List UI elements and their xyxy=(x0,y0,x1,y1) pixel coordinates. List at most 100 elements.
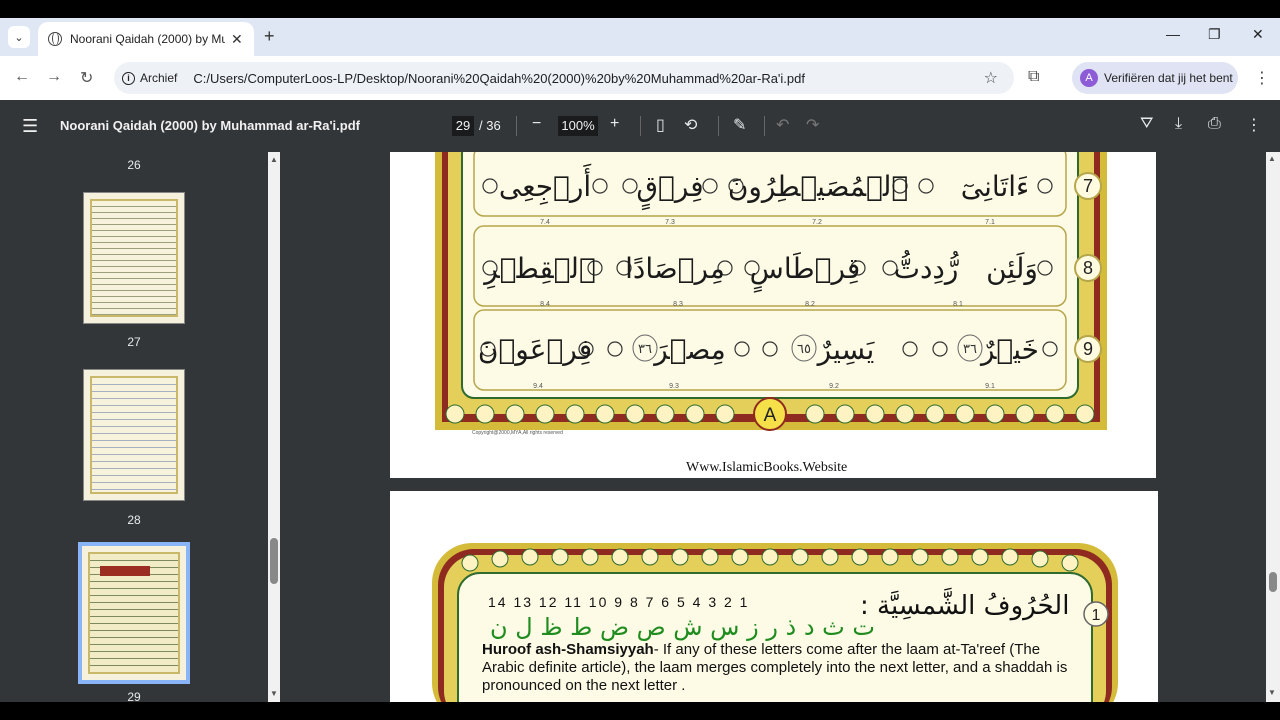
explanation-text: Huroof ash-Shamsiyyah- If any of these l… xyxy=(482,641,1082,695)
arabic-word: يَسِيرٌ xyxy=(816,333,875,366)
thumbnail-label: 28 xyxy=(127,513,141,527)
url-text[interactable]: C:/Users/ComputerLoos-LP/Desktop/Noorani… xyxy=(193,71,805,86)
sub-label: 7.4 xyxy=(540,219,550,226)
globe-icon xyxy=(48,32,62,46)
copyright-text: Copyright@2000,MYA,All rights reserved xyxy=(472,430,563,436)
arabic-word: ءَاتَانِىٓ xyxy=(961,170,1029,203)
pdf-viewer: 7 8 9 ءَاتَانِىٓ ٱلۡمُصَيۡطِرُونَ فِرۡقٍ… xyxy=(282,152,1266,702)
arabic-word: مِرۡصَادًا xyxy=(625,252,725,285)
viewer-scrollbar-thumb[interactable] xyxy=(1269,572,1277,592)
restore-icon[interactable]: ❐ xyxy=(1208,26,1221,43)
scroll-up-arrow-icon[interactable]: ▲ xyxy=(270,155,278,164)
sub-label: 7.1 xyxy=(985,219,995,226)
download-icon[interactable]: ⤓ xyxy=(1175,115,1182,133)
thumbnail-label: 27 xyxy=(127,335,141,349)
browser-menu-icon[interactable]: ⋮ xyxy=(1254,68,1270,88)
new-tab-button[interactable]: + xyxy=(264,26,275,47)
print-icon[interactable]: ⎙ xyxy=(1208,115,1221,133)
save-to-drive-icon[interactable]: ⛛ xyxy=(1140,115,1153,133)
site-info-chip[interactable]: i Archief xyxy=(122,71,177,85)
tab-search-button[interactable]: ⌄ xyxy=(8,26,30,48)
arabic-word: وَلَئِن xyxy=(986,252,1038,285)
arabic-word: أَرۡجِعِى xyxy=(499,164,591,205)
minimize-icon[interactable]: — xyxy=(1166,26,1180,42)
rotate-icon[interactable]: ⟲ xyxy=(684,115,697,135)
browser-chrome: ⌄ Noorani Qaidah (2000) by Muh ✕ + — ❐ ✕… xyxy=(0,18,1280,100)
document-title: Noorani Qaidah (2000) by Muhammad ar-Ra'… xyxy=(60,118,360,133)
chevron-down-icon: ⌄ xyxy=(14,31,24,44)
bookmark-star-icon[interactable]: ☆ xyxy=(984,68,998,88)
thumbnail-page-29[interactable] xyxy=(78,542,190,684)
thumbnail-page-28[interactable] xyxy=(83,369,185,501)
sub-label: 7.3 xyxy=(665,219,675,226)
forward-icon[interactable]: → xyxy=(46,68,62,86)
scroll-down-arrow-icon[interactable]: ▼ xyxy=(1268,688,1276,697)
fit-page-icon[interactable]: ▯ xyxy=(656,115,665,135)
footer-badge: A xyxy=(764,405,777,426)
arabic-word: رُّدِدتُّ xyxy=(894,250,960,285)
more-options-icon[interactable]: ⋮ xyxy=(1246,115,1262,135)
sub-label: 9.1 xyxy=(985,383,995,390)
site-info-label: Archief xyxy=(140,71,178,85)
sidebar-menu-icon[interactable]: ☰ xyxy=(22,116,38,137)
tab-strip: ⌄ Noorani Qaidah (2000) by Muh ✕ + — ❐ ✕ xyxy=(0,18,1280,56)
toolbar-divider xyxy=(718,116,719,136)
redo-icon[interactable]: ↷ xyxy=(806,115,819,135)
address-row: ← → ↻ i Archief C:/Users/ComputerLoos-LP… xyxy=(0,56,1280,100)
page-number-input[interactable]: 29 xyxy=(452,116,474,136)
tab-title: Noorani Qaidah (2000) by Muh xyxy=(70,32,225,46)
scroll-down-arrow-icon[interactable]: ▼ xyxy=(270,689,278,698)
extensions-icon[interactable]: ⧉ xyxy=(1028,68,1039,86)
thumbnail-label: 29 xyxy=(127,690,141,702)
ayah-marker: ٣٦ xyxy=(638,342,652,357)
arabic-word: ٱلۡمُصَيۡطِرُونَ xyxy=(728,170,908,203)
scroll-up-arrow-icon[interactable]: ▲ xyxy=(1268,154,1276,163)
undo-icon[interactable]: ↶ xyxy=(776,115,789,135)
arabic-word: خَيۡرٌ xyxy=(979,333,1039,366)
arabic-heading: الحُرُوفُ الشَّمسِيَّة : xyxy=(860,591,1070,621)
address-bar[interactable]: i Archief C:/Users/ComputerLoos-LP/Deskt… xyxy=(114,62,1014,94)
letter-numbers: 14 13 12 11 10 9 8 7 6 5 4 3 2 1 xyxy=(488,594,750,610)
sub-label: 8.1 xyxy=(953,301,963,308)
back-icon[interactable]: ← xyxy=(14,68,30,86)
pdf-page-upper: 7 8 9 ءَاتَانِىٓ ٱلۡمُصَيۡطِرُونَ فِرۡقٍ… xyxy=(390,152,1156,478)
sub-label: 9.4 xyxy=(533,383,543,390)
sub-label: 8.3 xyxy=(673,301,683,308)
reload-icon[interactable]: ↻ xyxy=(80,68,93,88)
section-number: 1 xyxy=(1092,607,1101,624)
sidebar-scrollbar[interactable] xyxy=(268,152,280,702)
explanation-heading: Huroof ash-Shamsiyyah xyxy=(482,641,654,658)
ayah-marker: ٣٦ xyxy=(963,342,977,357)
sub-label: 7.2 xyxy=(812,219,822,226)
profile-verify-button[interactable]: A Verifiëren dat jij het bent xyxy=(1072,62,1238,94)
sub-label: 8.2 xyxy=(805,301,815,308)
viewer-scrollbar[interactable]: ▲ ▼ xyxy=(1266,152,1280,702)
zoom-input[interactable]: 100% xyxy=(558,116,598,136)
sun-letters: ت ث د ذ ر ز س ش ص ض ط ظ ل ن xyxy=(490,613,875,641)
thumbnail-page-27[interactable] xyxy=(83,192,185,324)
bottom-black-bar xyxy=(0,702,1280,720)
sub-label: 9.3 xyxy=(669,383,679,390)
row-number-8: 8 xyxy=(1083,258,1093,278)
sidebar-scrollbar-thumb[interactable] xyxy=(270,538,278,584)
toolbar-divider xyxy=(516,116,517,136)
info-icon: i xyxy=(122,71,135,85)
close-window-icon[interactable]: ✕ xyxy=(1252,26,1264,43)
page-total: / 36 xyxy=(479,118,501,133)
toolbar-divider xyxy=(640,116,641,136)
ayah-marker: ٦٥ xyxy=(797,342,811,357)
profile-verify-label: Verifiëren dat jij het bent xyxy=(1104,71,1233,85)
annotate-icon[interactable]: ✎ xyxy=(733,115,746,135)
toolbar-divider xyxy=(764,116,765,136)
zoom-out-icon[interactable]: − xyxy=(532,115,541,133)
thumbnail-label: 26 xyxy=(127,158,141,172)
arabic-word: ٱلۡقِطۡرِ xyxy=(482,252,596,289)
zoom-in-icon[interactable]: + xyxy=(610,115,619,133)
row-number-9: 9 xyxy=(1083,339,1093,359)
sub-label: 9.2 xyxy=(829,383,839,390)
close-tab-icon[interactable]: ✕ xyxy=(231,31,243,48)
arabic-word: مِصۡرَ xyxy=(652,333,726,366)
top-black-bar xyxy=(0,0,1280,18)
active-tab[interactable]: Noorani Qaidah (2000) by Muh ✕ xyxy=(38,22,254,56)
arabic-word: فِرۡعَوۡنَ xyxy=(478,333,592,366)
